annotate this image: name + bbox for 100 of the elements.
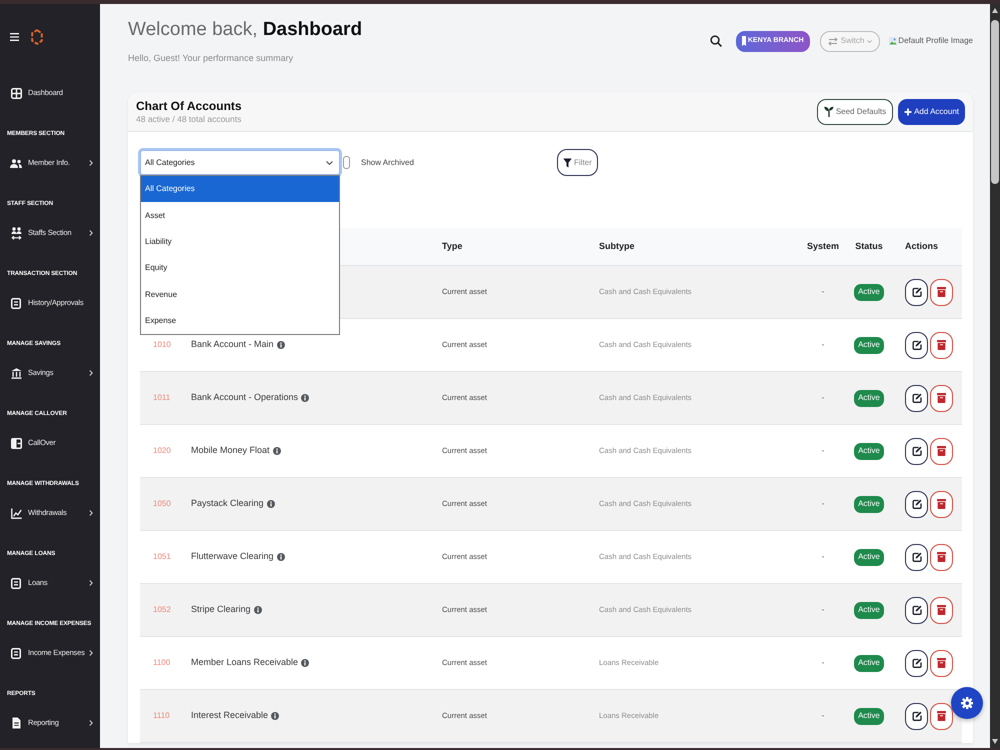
delete-button[interactable] xyxy=(930,596,953,624)
status-badge: Active xyxy=(854,654,884,672)
system-value-text: - xyxy=(822,392,824,404)
edit-button[interactable] xyxy=(905,384,928,412)
delete-button[interactable] xyxy=(930,332,953,358)
account-code: 1050 xyxy=(153,498,171,510)
document-list-icon xyxy=(11,578,21,588)
filter-button[interactable]: Filter xyxy=(557,149,598,176)
archive-box-icon xyxy=(937,393,946,403)
edit-button[interactable] xyxy=(905,596,928,624)
profile-image-alt-text[interactable]: Default Profile Image xyxy=(898,35,973,47)
menu-icon[interactable] xyxy=(10,33,19,41)
edit-button[interactable] xyxy=(905,332,928,358)
page-title: Welcome back, Dashboard xyxy=(128,18,362,42)
scrollbar[interactable] xyxy=(990,4,1000,748)
column-header: Status xyxy=(855,240,883,253)
account-code: 1010 xyxy=(153,339,171,351)
edit-button[interactable] xyxy=(905,278,928,306)
delete-button[interactable] xyxy=(930,384,953,412)
edit-button[interactable] xyxy=(905,490,928,518)
people-arrows-icon xyxy=(10,226,22,240)
layout-panel-icon xyxy=(10,438,22,448)
system-value-text: - xyxy=(822,498,824,510)
column-header: Actions xyxy=(905,240,938,253)
sprout-icon xyxy=(824,106,834,117)
checkbox[interactable] xyxy=(343,156,350,169)
system-value-text: - xyxy=(822,710,824,722)
status-badge: Active xyxy=(854,548,884,566)
edit-button[interactable] xyxy=(905,650,928,676)
card-title: Chart Of Accounts xyxy=(136,98,242,114)
document-list-icon xyxy=(11,648,21,658)
scroll-up-arrow-icon[interactable] xyxy=(992,8,998,13)
edit-button[interactable] xyxy=(905,544,928,570)
delete-button[interactable] xyxy=(930,650,953,676)
chevron-right-icon xyxy=(89,160,93,166)
search-icon xyxy=(710,35,722,47)
add-account-button[interactable]: Add Account xyxy=(898,98,965,124)
edit-button[interactable] xyxy=(905,702,928,730)
archive-box-icon xyxy=(937,499,946,509)
account-name: Paystack Clearing xyxy=(191,497,264,510)
card-subtitle: 48 active / 48 total accounts xyxy=(136,114,242,124)
info-icon xyxy=(276,341,285,349)
delete-button[interactable] xyxy=(930,278,953,306)
scrollbar-thumb[interactable] xyxy=(991,20,999,184)
delete-button[interactable] xyxy=(930,490,953,518)
status-badge: Active xyxy=(854,602,884,618)
column-header: System xyxy=(806,240,840,253)
chevron-right-icon xyxy=(89,580,93,586)
scroll-down-arrow-icon[interactable] xyxy=(992,739,998,744)
grid-icon xyxy=(10,88,22,98)
status-badge: Active xyxy=(854,336,884,354)
chevron-right-icon xyxy=(89,650,93,656)
account-code: 1011 xyxy=(153,392,170,404)
system-value-text: - xyxy=(822,657,824,669)
system-value-text: - xyxy=(822,604,824,616)
delete-button[interactable] xyxy=(930,544,953,570)
edit-icon xyxy=(912,393,922,403)
account-name: Flutterwave Clearing xyxy=(191,550,274,564)
system-value-text: - xyxy=(822,286,824,298)
edit-icon xyxy=(912,552,922,562)
category-select[interactable]: All Categories xyxy=(140,150,340,175)
settings-button[interactable] xyxy=(951,687,983,719)
status-badge: Active xyxy=(854,390,884,406)
line-chart-icon xyxy=(10,508,22,518)
status-badge: Active xyxy=(854,442,884,460)
caret-down-icon xyxy=(867,40,872,42)
system-value-text: - xyxy=(822,445,824,457)
bookmark-icon xyxy=(742,36,746,46)
edit-button[interactable] xyxy=(905,438,928,464)
account-name: Bank Account - Operations xyxy=(191,391,298,404)
seed-defaults-button[interactable]: Seed Defaults xyxy=(816,98,894,124)
chevron-right-icon xyxy=(89,230,93,236)
edit-icon xyxy=(912,499,922,509)
dropdown-option[interactable]: All Categories xyxy=(141,176,339,202)
file-icon xyxy=(12,717,20,729)
account-code: 1100 xyxy=(153,657,170,669)
info-icon xyxy=(266,500,275,508)
archive-box-icon xyxy=(937,658,946,668)
edit-icon xyxy=(912,605,922,615)
hexagon-logo[interactable] xyxy=(31,29,43,45)
search-button[interactable] xyxy=(708,34,723,48)
account-name: Member Loans Receivable xyxy=(191,656,298,670)
info-icon xyxy=(272,447,281,455)
archive-box-icon xyxy=(937,552,946,562)
edit-icon xyxy=(912,340,922,350)
account-code: 1110 xyxy=(153,710,170,722)
account-code: 1052 xyxy=(153,604,171,616)
checkbox-label[interactable]: Show Archived xyxy=(361,156,414,168)
account-code: 1051 xyxy=(153,551,171,563)
info-icon xyxy=(276,553,285,561)
archive-box-icon xyxy=(937,340,946,350)
info-icon xyxy=(271,712,280,720)
broken-image-icon[interactable] xyxy=(889,37,898,45)
plus-icon xyxy=(904,108,912,116)
archive-box-icon xyxy=(937,711,946,721)
system-value-text: - xyxy=(822,339,824,351)
delete-button[interactable] xyxy=(930,702,953,730)
edit-icon xyxy=(912,658,922,668)
delete-button[interactable] xyxy=(930,438,953,464)
account-name: Interest Receivable xyxy=(191,709,268,722)
